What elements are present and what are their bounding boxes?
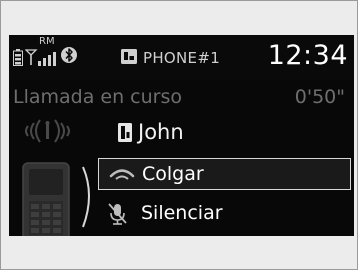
roaming-indicator: RM — [39, 36, 55, 47]
contact-row: John — [9, 115, 354, 151]
call-timer: 0'50" — [294, 86, 345, 108]
figure-frame: RM PHONE#1 12:34 Llamada en curso 0'50" — [0, 0, 358, 270]
call-status-label: Llamada en curso — [13, 86, 182, 108]
hang-up-button[interactable]: Colgar — [98, 158, 351, 190]
bluetooth-icon — [61, 47, 77, 63]
contact-name: John — [138, 120, 184, 144]
phone-profile-icon — [121, 49, 137, 64]
mute-icon — [108, 203, 127, 225]
clock: 12:34 — [267, 40, 348, 71]
status-bar: RM PHONE#1 12:34 — [9, 35, 354, 80]
battery-icon — [13, 49, 23, 66]
contact-phonebook-icon — [118, 123, 132, 142]
hang-up-label: Colgar — [142, 163, 204, 185]
mute-label: Silenciar — [141, 202, 223, 224]
phone-name: PHONE#1 — [143, 49, 221, 67]
mute-button[interactable]: Silenciar — [98, 198, 351, 230]
phone-screen: RM PHONE#1 12:34 Llamada en curso 0'50" — [9, 35, 354, 236]
hang-up-icon — [109, 169, 135, 180]
